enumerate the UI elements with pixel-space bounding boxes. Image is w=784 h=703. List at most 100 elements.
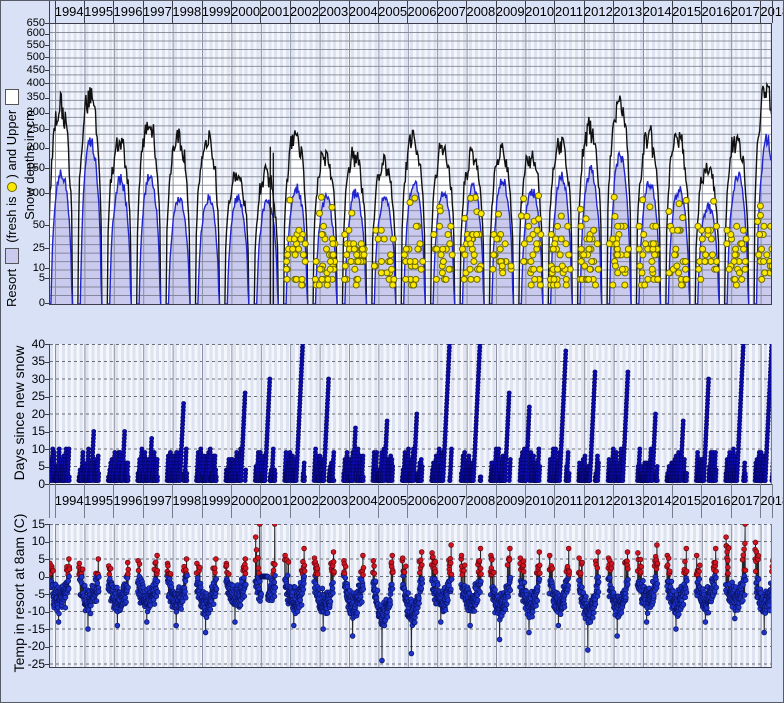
tick-mark [45, 542, 49, 543]
year-separator [701, 1, 702, 23]
year-separator [643, 484, 644, 518]
days-plot [50, 344, 772, 484]
year-separator [496, 484, 497, 518]
year-separator [84, 484, 85, 518]
snow-history-figure: Resort (fresh is ) and Upper Snow depths… [0, 0, 784, 703]
tick-mark [45, 83, 49, 84]
year-label-bottom: 1994 [55, 494, 84, 508]
tick-label: 450 [1, 64, 48, 77]
snow-plot [50, 24, 772, 304]
tick-mark [45, 34, 49, 35]
tick-label: 5 [1, 460, 48, 473]
year-label-top: 1995 [84, 5, 113, 19]
tick-label: 5 [1, 553, 48, 566]
tick-mark [45, 629, 49, 630]
year-label-bottom: 1996 [114, 494, 143, 508]
year-separator [172, 1, 173, 23]
year-label-bottom: 2017 [731, 494, 760, 508]
year-separator [143, 484, 144, 518]
year-label-top: 2017 [731, 5, 760, 19]
year-separator [172, 484, 173, 518]
year-label-top: 2001 [261, 5, 290, 19]
year-label-bottom: 2012 [584, 494, 613, 508]
year-separator [554, 484, 555, 518]
year-label-top: 1994 [55, 5, 84, 19]
temperature-panel [49, 524, 772, 668]
tick-label: 500 [1, 51, 48, 64]
tick-label: 10 [1, 535, 48, 548]
tick-mark [45, 168, 49, 169]
axis-edge-line [772, 1, 773, 23]
year-label-bottom: 2008 [466, 494, 495, 508]
tick-label: 200 [1, 141, 48, 154]
tick-mark [45, 379, 49, 380]
tick-mark [45, 193, 49, 194]
year-label-top: 2014 [643, 5, 672, 19]
year-separator [143, 1, 144, 23]
tick-label: 35 [1, 355, 48, 368]
tick-label: 0 [1, 478, 48, 491]
tick-mark [45, 647, 49, 648]
tick-mark [45, 248, 49, 249]
tick-mark [45, 268, 49, 269]
year-label-bottom: 1995 [84, 494, 113, 508]
days-since-snow-panel [49, 344, 772, 485]
year-label-bottom: 2004 [349, 494, 378, 508]
tick-mark [45, 467, 49, 468]
year-label-top: 2002 [290, 5, 319, 19]
year-separator [378, 1, 379, 23]
tick-label: -5 [1, 588, 48, 601]
year-separator [349, 484, 350, 518]
tick-mark [45, 113, 49, 114]
year-separator [437, 1, 438, 23]
axis-edge-line [49, 1, 50, 23]
tick-label: 300 [1, 106, 48, 119]
tick-mark [45, 23, 49, 24]
year-separator [466, 1, 467, 23]
tick-mark [45, 225, 49, 226]
year-separator [202, 1, 203, 23]
year-label-top: 2004 [349, 5, 378, 19]
tick-label: -20 [1, 640, 48, 653]
tick-mark [45, 432, 49, 433]
year-separator [231, 484, 232, 518]
axis-edge-line [49, 484, 50, 518]
year-separator [290, 484, 291, 518]
year-label-top: 2005 [378, 5, 407, 19]
year-label-bottom: 2005 [378, 494, 407, 508]
tick-mark [45, 612, 49, 613]
tick-mark [45, 70, 49, 71]
year-label-bottom: 2011 [555, 494, 583, 508]
year-label-bottom: 2003 [319, 494, 348, 508]
tick-mark [45, 664, 49, 665]
year-label-bottom: 2000 [231, 494, 260, 508]
year-label-top: 2008 [466, 5, 495, 19]
year-separator [525, 484, 526, 518]
temp-plot [50, 524, 772, 667]
year-label-top: 1996 [114, 5, 143, 19]
tick-label: 25 [1, 390, 48, 403]
year-label-top: 2003 [319, 5, 348, 19]
year-separator [319, 484, 320, 518]
tick-label: 30 [1, 373, 48, 386]
year-separator [84, 1, 85, 23]
tick-label: 5 [1, 272, 48, 285]
tick-mark [45, 559, 49, 560]
year-label-bottom: 2016 [702, 494, 731, 508]
year-label-top: 1998 [172, 5, 201, 19]
year-separator [113, 1, 114, 23]
tick-mark [45, 57, 49, 58]
year-separator [349, 1, 350, 23]
year-separator [260, 484, 261, 518]
year-label-bottom: 2013 [613, 494, 642, 508]
year-label-bottom: 2007 [437, 494, 466, 508]
tick-mark [45, 148, 49, 149]
year-separator [525, 1, 526, 23]
tick-label: 0 [1, 297, 48, 310]
year-separator [760, 1, 761, 23]
tick-label: 0 [1, 570, 48, 583]
year-label-top: 2012 [584, 5, 613, 19]
year-label-bottom: 2009 [496, 494, 525, 508]
year-label-top: 1999 [202, 5, 231, 19]
tick-label: 40 [1, 338, 48, 351]
